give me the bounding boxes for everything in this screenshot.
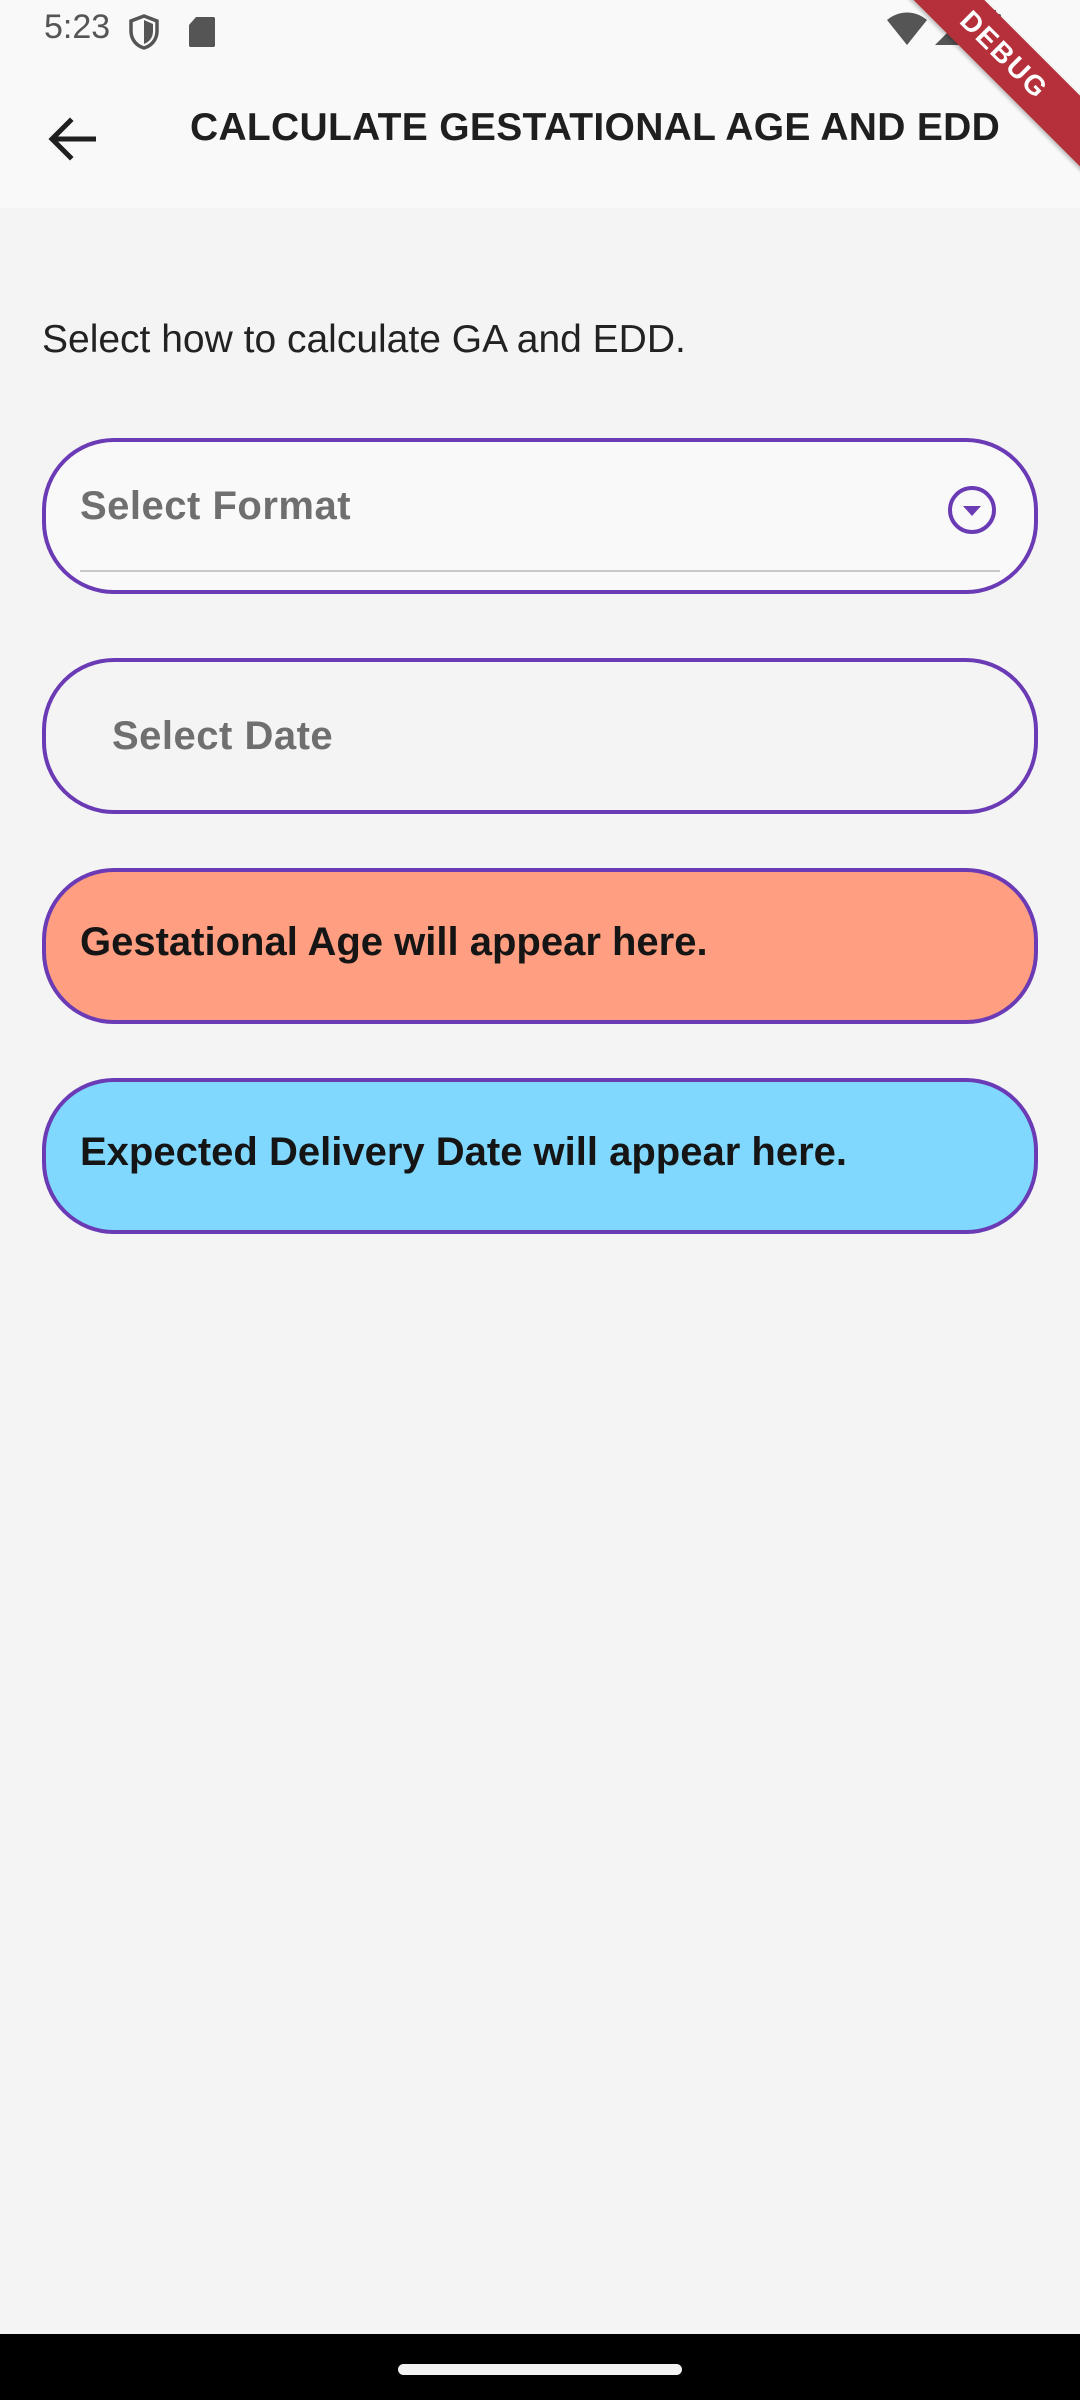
shield-icon bbox=[128, 14, 160, 55]
expected-delivery-date-result: Expected Delivery Date will appear here. bbox=[42, 1078, 1038, 1234]
home-gesture-handle[interactable] bbox=[398, 2364, 682, 2375]
wifi-icon bbox=[886, 12, 928, 51]
status-bar: 5:23 bbox=[0, 0, 1080, 62]
arrow-back-icon bbox=[48, 117, 96, 161]
chevron-down-circle-icon bbox=[946, 484, 998, 536]
select-date-field[interactable]: Select Date bbox=[42, 658, 1038, 814]
gestational-age-result: Gestational Age will appear here. bbox=[42, 868, 1038, 1024]
format-underline bbox=[80, 570, 1000, 572]
select-date-placeholder: Select Date bbox=[112, 714, 334, 758]
back-button[interactable] bbox=[30, 97, 114, 181]
instruction-text: Select how to calculate GA and EDD. bbox=[42, 318, 686, 361]
app-bar: CALCULATE GESTATIONAL AGE AND EDD bbox=[0, 62, 1080, 208]
gestational-age-text: Gestational Age will appear here. bbox=[80, 920, 708, 964]
system-nav-bar bbox=[0, 2334, 1080, 2400]
expected-delivery-date-text: Expected Delivery Date will appear here. bbox=[80, 1130, 848, 1174]
select-format-dropdown[interactable]: Select Format bbox=[42, 438, 1038, 594]
page-title: CALCULATE GESTATIONAL AGE AND EDD bbox=[190, 106, 1001, 149]
select-format-placeholder: Select Format bbox=[80, 484, 352, 528]
status-time: 5:23 bbox=[44, 8, 111, 46]
sd-card-icon bbox=[188, 16, 216, 53]
